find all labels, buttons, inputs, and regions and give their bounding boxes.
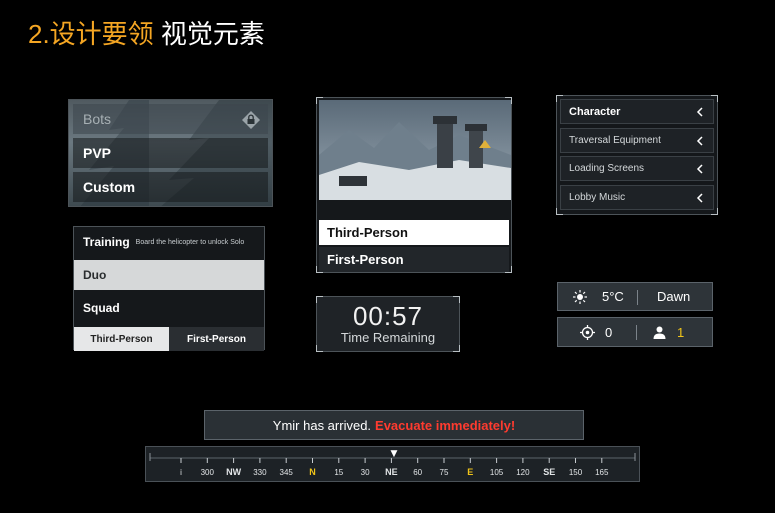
- compass-label: 165: [595, 468, 609, 477]
- timer-clock: 00:57: [352, 301, 424, 331]
- settings-lobby-label: Lobby Music: [569, 192, 626, 203]
- settings-traversal-equipment[interactable]: Traversal Equipment: [560, 128, 714, 153]
- squad-duo-label: Duo: [83, 268, 107, 282]
- squad-panel: Training Board the helicopter to unlock …: [73, 226, 265, 351]
- compass-heading-marker: ▼: [391, 449, 398, 459]
- weather-time-of-day: Dawn: [657, 289, 691, 304]
- compass-label: 150: [569, 468, 583, 477]
- squad-squad[interactable]: Squad: [74, 293, 264, 323]
- compass-label: 330: [253, 468, 267, 477]
- compass-label: 60: [413, 468, 422, 477]
- settings-traversal-label: Traversal Equipment: [569, 135, 661, 146]
- player-count: 1: [677, 324, 685, 340]
- map-preview-image: [319, 100, 511, 200]
- event-notice: Ymir has arrived. Evacuate immediately!: [204, 410, 584, 440]
- squad-duo[interactable]: Duo: [74, 260, 264, 290]
- chevron-left-icon: [696, 164, 703, 174]
- perspective-tabs: Third-Person First-Person: [74, 327, 264, 351]
- compass-label: N: [309, 467, 316, 477]
- compass-label: 300: [201, 468, 215, 477]
- squad-training-hint: Board the helicopter to unlock Solo: [135, 238, 245, 246]
- timer-panel: 00:57 Time Remaining: [316, 296, 460, 352]
- compass-bar: ▼ i 300 NW 330 345 N 15 30 NE 60 75 E 105 120 SE 150 165: [145, 446, 640, 482]
- settings-character-label: Character: [569, 105, 621, 118]
- title-text: 视觉元素: [160, 19, 265, 49]
- squad-training-label: Training: [83, 235, 130, 249]
- timer-label: Time Remaining: [340, 330, 436, 345]
- compass-label: i: [180, 468, 182, 477]
- compass-label: 120: [516, 468, 530, 477]
- settings-lobby-music[interactable]: Lobby Music: [560, 185, 714, 210]
- mode-custom-label: Custom: [83, 179, 136, 195]
- target-count: 0: [605, 324, 613, 340]
- mode-bots-label: Bots: [83, 111, 112, 127]
- settings-loading-label: Loading Screens: [569, 163, 645, 174]
- settings-loading-screens[interactable]: Loading Screens: [560, 156, 714, 181]
- compass-label: 105: [490, 468, 504, 477]
- page-title: 2.设计要领 视觉元素: [28, 14, 265, 51]
- weather-hud: 5°C Dawn: [557, 282, 713, 311]
- sun-icon: [573, 290, 587, 304]
- squad-training[interactable]: Training Board the helicopter to unlock …: [74, 227, 264, 257]
- notice-message: Ymir has arrived.: [272, 417, 372, 433]
- compass-label: NW: [226, 467, 241, 477]
- compass-label: NE: [385, 467, 398, 477]
- settings-character[interactable]: Character: [560, 99, 714, 124]
- compass-label: SE: [543, 467, 555, 477]
- camera-first-person[interactable]: First-Person: [319, 247, 509, 272]
- crosshair-icon: [580, 325, 595, 340]
- tab-first-person[interactable]: First-Person: [169, 327, 264, 351]
- mode-bots[interactable]: Bots: [73, 104, 268, 134]
- mode-custom[interactable]: Custom: [73, 172, 268, 202]
- compass-label: 30: [361, 468, 370, 477]
- compass-label: 345: [280, 468, 294, 477]
- chevron-left-icon: [696, 136, 703, 146]
- compass-label: E: [467, 467, 473, 477]
- mode-menu: Bots PVP Custom: [68, 99, 273, 207]
- person-icon: [653, 326, 666, 339]
- chevron-left-icon: [696, 193, 703, 203]
- player-status-hud: 0 1: [557, 317, 713, 347]
- mode-pvp[interactable]: PVP: [73, 138, 268, 168]
- notice-warning: Evacuate immediately!: [375, 417, 516, 433]
- title-number: 2.设计要领: [28, 19, 154, 49]
- compass-label: 15: [334, 468, 343, 477]
- squad-squad-label: Squad: [83, 301, 120, 315]
- compass-scale: ▼ i 300 NW 330 345 N 15 30 NE 60 75 E 105 120 SE 150 165: [149, 449, 636, 477]
- mode-pvp-label: PVP: [83, 145, 112, 161]
- lock-icon: [242, 111, 260, 129]
- camera-third-person[interactable]: Third-Person: [319, 220, 509, 245]
- chevron-left-icon: [696, 107, 703, 117]
- camera-panel: Third-Person First-Person: [316, 97, 512, 273]
- compass-label: 75: [440, 468, 449, 477]
- settings-list: Character Traversal Equipment Loading Sc…: [556, 95, 718, 215]
- tab-third-person[interactable]: Third-Person: [74, 327, 169, 351]
- weather-temperature: 5°C: [602, 289, 624, 304]
